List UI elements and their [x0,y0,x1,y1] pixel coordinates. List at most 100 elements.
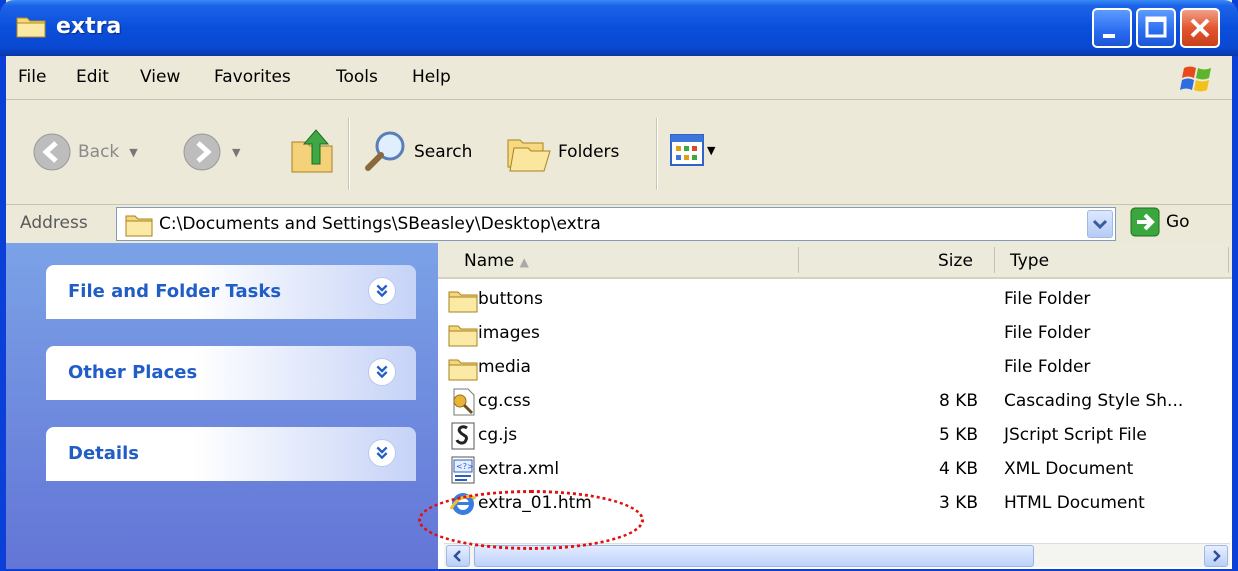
standard-toolbar: Back ▼ ▼ Search Folders ▼ [6,100,1232,205]
menu-help[interactable]: Help [412,67,451,87]
file-type: HTML Document [1004,493,1145,513]
folder-icon [448,291,478,313]
other-places-header[interactable]: Other Places [46,346,416,400]
sort-ascending-icon: ▲ [519,255,529,269]
scroll-right-button[interactable] [1204,545,1228,567]
address-label: Address [20,213,88,233]
file-type: XML Document [1004,459,1134,479]
svg-text:<?>: <?> [456,462,474,471]
file-type: JScript Script File [1004,425,1147,445]
highlight-annotation [418,490,644,550]
up-folder-icon [291,129,333,173]
address-bar: Address C:\Documents and Settings\SBeasl… [6,205,1232,243]
css-file-icon [453,388,475,416]
back-dropdown-icon[interactable]: ▼ [129,146,137,159]
search-button[interactable]: Search [364,130,472,174]
column-divider[interactable] [798,247,799,273]
task-title: Other Places [68,362,198,383]
file-type: File Folder [1004,323,1091,343]
menu-favorites[interactable]: Favorites [214,67,291,87]
file-row[interactable]: cg.js 5 KB JScript Script File [438,419,1232,453]
toolbar-separator [348,118,350,190]
file-type: File Folder [1004,289,1091,309]
forward-button[interactable]: ▼ [182,132,240,172]
task-pane: File and Folder Tasks Other Places Detai… [6,243,438,569]
maximize-icon [1145,16,1167,38]
views-icon [670,134,704,166]
expand-chevron-icon[interactable] [368,439,396,467]
go-arrow-icon [1130,207,1160,237]
scroll-left-button[interactable] [446,545,470,567]
forward-dropdown-icon[interactable]: ▼ [232,146,240,159]
file-row[interactable]: images File Folder [438,317,1232,351]
chevron-left-icon [453,550,461,562]
folder-icon [16,17,46,38]
close-icon [1190,18,1210,38]
title-bar[interactable]: extra [0,0,1238,56]
toolbar-separator [656,118,658,190]
menu-bar: File Edit View Favorites Tools Help [6,56,1232,100]
back-arrow-icon [33,133,71,171]
file-row[interactable]: media File Folder [438,351,1232,385]
file-type: Cascading Style Sh... [1004,391,1184,411]
xml-file-icon: <?> [451,456,475,484]
js-file-icon [451,422,475,450]
go-button[interactable]: Go [1130,207,1190,237]
address-path: C:\Documents and Settings\SBeasley\Deskt… [159,214,601,234]
search-label: Search [414,142,473,162]
file-type: File Folder [1004,357,1091,377]
file-size: 5 KB [938,425,978,445]
file-size: 4 KB [938,459,978,479]
windows-logo-icon [1180,66,1211,92]
file-row[interactable]: buttons File Folder [438,283,1232,317]
address-input[interactable]: C:\Documents and Settings\SBeasley\Deskt… [116,207,1116,241]
file-name: cg.js [478,425,518,445]
column-header-name[interactable]: Name ▲ [464,251,529,271]
column-header-size[interactable]: Size [938,251,973,271]
minimize-icon [1103,34,1115,38]
views-button[interactable]: ▼ [670,134,715,166]
folder-icon [448,325,478,347]
file-size: 3 KB [938,493,978,513]
column-divider[interactable] [994,247,995,273]
chevron-right-icon [1213,550,1221,562]
folders-label: Folders [558,142,620,162]
menu-tools[interactable]: Tools [336,67,378,87]
column-header-type[interactable]: Type [1010,251,1049,271]
details-header[interactable]: Details [46,427,416,481]
up-folder-button[interactable] [290,128,334,174]
file-name: media [478,357,531,377]
file-and-folder-tasks-header[interactable]: File and Folder Tasks [46,265,416,319]
views-dropdown-icon[interactable]: ▼ [707,144,715,157]
file-row[interactable]: cg.css 8 KB Cascading Style Sh... [438,385,1232,419]
menu-edit[interactable]: Edit [76,67,109,87]
expand-chevron-icon[interactable] [368,358,396,386]
back-label: Back [78,142,120,162]
file-name: cg.css [478,391,531,411]
task-title: File and Folder Tasks [68,281,282,302]
menu-view[interactable]: View [140,67,180,87]
folder-icon [125,215,153,237]
file-row[interactable]: <?> extra.xml 4 KB XML Document [438,453,1232,487]
back-button[interactable]: Back ▼ [32,132,138,172]
address-dropdown-button[interactable] [1087,210,1113,238]
menu-file[interactable]: File [18,67,46,87]
task-title: Details [68,443,139,464]
maximize-button[interactable] [1136,8,1176,48]
folders-icon [507,139,551,172]
column-header-row: Name ▲ Size Type [438,243,1232,279]
chevron-down-icon [1092,219,1108,230]
file-name: buttons [478,289,543,309]
search-icon [365,131,405,171]
window-title: extra [56,14,122,39]
file-name: images [478,323,540,343]
file-size: 8 KB [938,391,978,411]
file-name: extra.xml [478,459,560,479]
column-divider[interactable] [1228,247,1229,273]
minimize-button[interactable] [1092,8,1132,48]
close-button[interactable] [1180,8,1220,48]
expand-chevron-icon[interactable] [368,277,396,305]
forward-arrow-icon [183,133,221,171]
column-name-label: Name [464,251,515,271]
folders-button[interactable]: Folders [506,130,619,174]
